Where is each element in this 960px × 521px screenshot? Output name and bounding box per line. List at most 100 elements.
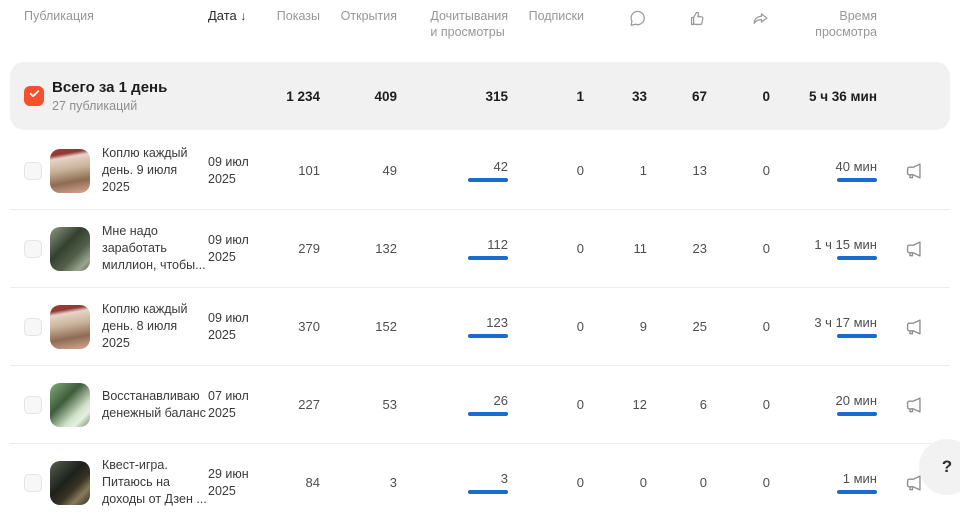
shares-value: 0 (707, 319, 770, 334)
watch-time-progress-bar (837, 412, 877, 416)
summary-title: Всего за 1 день (52, 79, 208, 98)
promote-megaphone-button[interactable] (903, 160, 925, 182)
reads-cell: 112 (397, 237, 508, 260)
col-date-sort[interactable]: Дата ↓ (208, 8, 266, 25)
impressions-value: 84 (266, 475, 320, 490)
col-time-line1: Время (839, 9, 877, 23)
thumb-up-icon (688, 10, 707, 24)
table-row: Квест-игра. Питаюсь на доходы от Дзен ..… (10, 443, 950, 521)
subscriptions-value: 0 (508, 241, 584, 256)
reads-progress-bar (468, 412, 508, 416)
watch-time-value: 1 ч 15 мин (814, 237, 877, 252)
publication-date: 07 июл 2025 (208, 388, 266, 422)
subscriptions-value: 0 (508, 319, 584, 334)
watch-time-value: 3 ч 17 мин (814, 315, 877, 330)
watch-time-cell: 3 ч 17 мин (770, 315, 877, 338)
row-checkbox[interactable] (24, 240, 42, 258)
summary-shares: 0 (707, 89, 770, 104)
likes-value: 6 (647, 397, 707, 412)
publication-date: 09 июл 2025 (208, 232, 266, 266)
publications-stats-table: Публикация Дата ↓ Показы Открытия Дочиты… (10, 0, 950, 521)
publication-thumbnail[interactable] (50, 461, 90, 505)
comments-value: 11 (584, 241, 647, 256)
reads-progress-bar (468, 256, 508, 260)
watch-time-value: 20 мин (836, 393, 877, 408)
summary-reads: 315 (397, 89, 508, 104)
shares-value: 0 (707, 241, 770, 256)
reads-value: 112 (487, 237, 508, 252)
reads-cell: 123 (397, 315, 508, 338)
promote-megaphone-button[interactable] (903, 394, 925, 416)
reads-progress-bar (468, 490, 508, 494)
reads-value: 26 (494, 393, 508, 408)
col-publication: Публикация (24, 8, 208, 24)
publication-date: 09 июл 2025 (208, 310, 266, 344)
opens-value: 152 (320, 319, 397, 334)
row-checkbox[interactable] (24, 318, 42, 336)
summary-comments: 33 (584, 89, 647, 104)
publication-thumbnail[interactable] (50, 227, 90, 271)
watch-time-cell: 20 мин (770, 393, 877, 416)
publication-thumbnail[interactable] (50, 149, 90, 193)
check-icon (28, 87, 41, 105)
row-checkbox[interactable] (24, 474, 42, 492)
summary-watch-time: 5 ч 36 мин (770, 89, 877, 104)
shares-value: 0 (707, 163, 770, 178)
comments-value: 12 (584, 397, 647, 412)
table-row: Восстанавливаю денежный баланс 07 июл 20… (10, 365, 950, 443)
publication-date: 09 июл 2025 (208, 154, 266, 188)
reads-cell: 3 (397, 471, 508, 494)
comments-value: 1 (584, 163, 647, 178)
publication-title[interactable]: Восстанавливаю денежный баланс (100, 388, 208, 422)
summary-likes: 67 (647, 89, 707, 104)
share-arrow-icon (751, 10, 770, 24)
table-row: Коплю каждый день. 9 июля 2025 09 июл 20… (10, 132, 950, 209)
rows-list: Коплю каждый день. 9 июля 2025 09 июл 20… (10, 132, 950, 521)
col-reads: Дочитывания и просмотры (397, 8, 508, 41)
col-subscriptions: Подписки (508, 8, 584, 24)
col-comments (584, 8, 647, 28)
watch-time-progress-bar (837, 334, 877, 338)
col-reads-line1: Дочитывания (430, 9, 508, 23)
watch-time-cell: 1 мин (770, 471, 877, 494)
watch-time-progress-bar (837, 490, 877, 494)
row-checkbox[interactable] (24, 396, 42, 414)
watch-time-progress-bar (837, 178, 877, 182)
impressions-value: 370 (266, 319, 320, 334)
select-all-checkbox[interactable] (24, 86, 44, 106)
col-date-label: Дата (208, 8, 237, 23)
opens-value: 53 (320, 397, 397, 412)
publication-title[interactable]: Коплю каждый день. 9 июля 2025 (100, 145, 208, 196)
publication-title[interactable]: Квест-игра. Питаюсь на доходы от Дзен ..… (100, 457, 208, 508)
publication-thumbnail[interactable] (50, 383, 90, 427)
reads-progress-bar (468, 178, 508, 182)
summary-row: Всего за 1 день 27 публикаций 1 234 409 … (10, 62, 950, 130)
opens-value: 3 (320, 475, 397, 490)
summary-publication-count: 27 публикаций (52, 99, 208, 113)
opens-value: 132 (320, 241, 397, 256)
summary-impressions: 1 234 (266, 89, 320, 104)
watch-time-cell: 40 мин (770, 159, 877, 182)
publication-title[interactable]: Коплю каждый день. 8 июля 2025 (100, 301, 208, 352)
impressions-value: 101 (266, 163, 320, 178)
summary-subscriptions: 1 (508, 89, 584, 104)
promote-megaphone-button[interactable] (903, 238, 925, 260)
col-reads-line2: и просмотры (430, 25, 504, 39)
publication-thumbnail[interactable] (50, 305, 90, 349)
table-row: Коплю каждый день. 8 июля 2025 09 июл 20… (10, 287, 950, 365)
subscriptions-value: 0 (508, 163, 584, 178)
publication-title[interactable]: Мне надо заработать миллион, чтобы... (100, 223, 208, 274)
promote-megaphone-button[interactable] (903, 316, 925, 338)
watch-time-value: 1 мин (843, 471, 877, 486)
shares-value: 0 (707, 475, 770, 490)
likes-value: 25 (647, 319, 707, 334)
reads-cell: 42 (397, 159, 508, 182)
col-shares (707, 8, 770, 28)
col-time-line2: просмотра (815, 25, 877, 39)
opens-value: 49 (320, 163, 397, 178)
summary-opens: 409 (320, 89, 397, 104)
row-checkbox[interactable] (24, 162, 42, 180)
impressions-value: 227 (266, 397, 320, 412)
reads-value: 42 (494, 159, 508, 174)
watch-time-cell: 1 ч 15 мин (770, 237, 877, 260)
